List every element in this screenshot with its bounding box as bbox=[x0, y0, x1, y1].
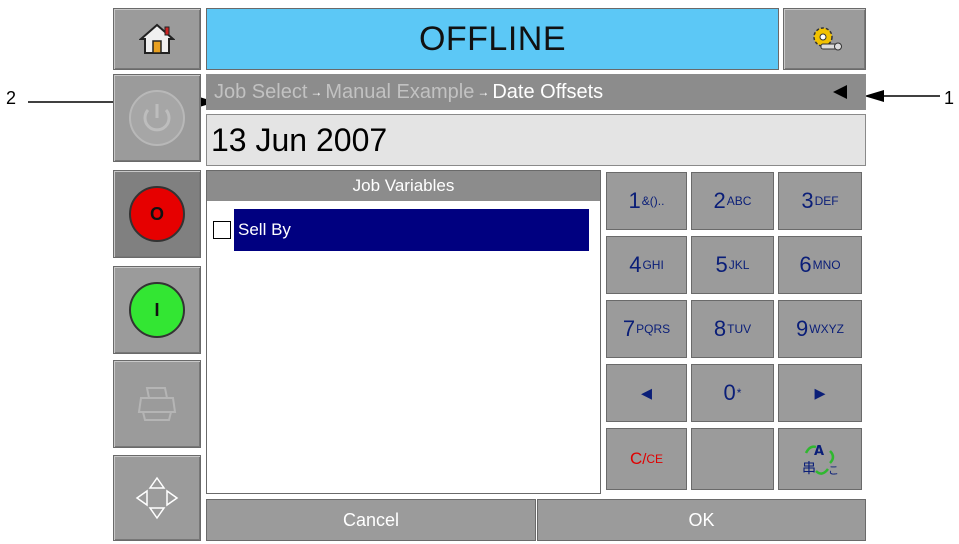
key-6-sub: MNO bbox=[812, 258, 841, 272]
key-5-sub: JKL bbox=[728, 258, 750, 272]
callout-1: 1 bbox=[944, 88, 955, 108]
print-button[interactable] bbox=[113, 360, 201, 448]
key-8[interactable]: 8 TUV bbox=[691, 300, 774, 358]
key-1-main: 1 bbox=[628, 188, 641, 213]
navigate-button[interactable] bbox=[113, 455, 201, 541]
sell-by-label: Sell By bbox=[234, 209, 589, 251]
back-arrow-button[interactable] bbox=[828, 82, 852, 102]
key-left-arrow-main: ◂ bbox=[640, 380, 653, 405]
key-5-main: 5 bbox=[715, 252, 728, 277]
home-button[interactable] bbox=[113, 8, 201, 70]
clear-label: C bbox=[629, 449, 643, 468]
list-item-sell-by[interactable]: Sell By bbox=[213, 209, 589, 251]
power-button[interactable] bbox=[113, 74, 201, 162]
sell-by-checkbox[interactable] bbox=[213, 221, 231, 239]
stop-button[interactable]: O bbox=[113, 170, 201, 258]
job-variables-panel: Job Variables Sell By bbox=[206, 170, 601, 494]
callout-2: 2 bbox=[6, 88, 17, 108]
start-circle: I bbox=[129, 282, 185, 338]
key-1-sub: &().. bbox=[641, 194, 665, 208]
key-0-sub: * bbox=[736, 386, 742, 400]
clear-sub: CE bbox=[646, 452, 664, 466]
key-8-sub: TUV bbox=[727, 322, 752, 336]
home-icon bbox=[139, 23, 175, 54]
breadcrumb-separator-arrow: → bbox=[310, 85, 323, 99]
stop-circle: O bbox=[129, 186, 185, 242]
job-variables-header: Job Variables bbox=[207, 171, 600, 201]
key-7[interactable]: 7 PQRS bbox=[606, 300, 687, 358]
key-right-arrow[interactable]: ▸ bbox=[778, 364, 862, 422]
power-icon bbox=[129, 90, 185, 146]
svg-text:こ: こ bbox=[828, 464, 839, 477]
key-4[interactable]: 4 GHI bbox=[606, 236, 687, 294]
key-2[interactable]: 2 ABC bbox=[691, 172, 774, 230]
key-input-mode[interactable]: A 串 こ bbox=[778, 428, 862, 490]
ok-button[interactable]: OK bbox=[537, 499, 866, 541]
key-0[interactable]: 0 * bbox=[691, 364, 774, 422]
key-5[interactable]: 5 JKL bbox=[691, 236, 774, 294]
key-7-main: 7 bbox=[622, 316, 636, 341]
key-3-sub: DEF bbox=[814, 194, 839, 208]
key-clear[interactable]: C / CE bbox=[606, 428, 687, 490]
four-arrows-icon bbox=[135, 476, 179, 520]
key-4-sub: GHI bbox=[642, 258, 664, 272]
status-title: OFFLINE bbox=[206, 8, 779, 70]
key-1[interactable]: 1 &().. bbox=[606, 172, 687, 230]
key-8-main: 8 bbox=[713, 316, 727, 341]
cancel-button[interactable]: Cancel bbox=[206, 499, 536, 541]
key-3-main: 3 bbox=[801, 188, 814, 213]
key-6-main: 6 bbox=[799, 252, 812, 277]
svg-text:串: 串 bbox=[802, 461, 816, 477]
key-9[interactable]: 9 WXYZ bbox=[778, 300, 862, 358]
key-blank[interactable] bbox=[691, 428, 774, 490]
key-2-main: 2 bbox=[713, 188, 726, 213]
breadcrumb-separator-arrow: → bbox=[477, 85, 490, 99]
settings-button[interactable] bbox=[783, 8, 866, 70]
key-left-arrow[interactable]: ◂ bbox=[606, 364, 687, 422]
date-field[interactable]: 13 Jun 2007 bbox=[206, 114, 866, 166]
breadcrumb-item-date-offsets: Date Offsets bbox=[492, 80, 604, 103]
key-7-sub: PQRS bbox=[636, 322, 671, 336]
gear-wrench-icon bbox=[812, 27, 842, 51]
printer-icon bbox=[137, 387, 177, 421]
key-6[interactable]: 6 MNO bbox=[778, 236, 862, 294]
breadcrumb: Job Select → Manual Example → Date Offse… bbox=[206, 74, 866, 110]
callout-1-arrow bbox=[864, 90, 940, 102]
key-9-sub: WXYZ bbox=[809, 322, 844, 336]
breadcrumb-item-job-select: Job Select bbox=[214, 80, 308, 103]
key-9-main: 9 bbox=[796, 316, 809, 341]
key-4-main: 4 bbox=[629, 252, 642, 277]
input-mode-icon: A 串 こ bbox=[802, 444, 839, 477]
left-triangle-icon bbox=[833, 85, 847, 99]
breadcrumb-item-manual-example: Manual Example bbox=[325, 80, 475, 103]
key-2-sub: ABC bbox=[726, 194, 752, 208]
key-right-arrow-main: ▸ bbox=[814, 380, 826, 405]
key-0-main: 0 bbox=[723, 380, 736, 405]
key-3[interactable]: 3 DEF bbox=[778, 172, 862, 230]
start-button[interactable]: I bbox=[113, 266, 201, 354]
